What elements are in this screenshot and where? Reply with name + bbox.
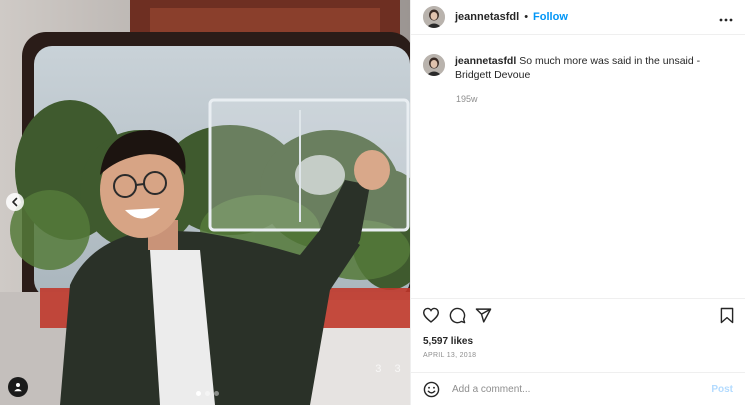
avatar-image (423, 54, 445, 76)
save-button[interactable] (720, 307, 734, 324)
comment-icon (449, 307, 466, 323)
likes-count[interactable]: 5,597 likes (423, 336, 473, 347)
bookmark-icon (720, 307, 734, 323)
caption-username[interactable]: jeannetasfdl (455, 55, 516, 67)
carousel-prev-button[interactable] (6, 193, 24, 211)
instagram-post: 3 3 jeannetasfdl • Follow jeannetasfdl S… (0, 0, 745, 405)
carousel-dot (205, 391, 210, 396)
caption-avatar[interactable] (423, 54, 445, 76)
chevron-left-icon (12, 197, 18, 207)
emoji-button[interactable] (423, 381, 440, 398)
like-button[interactable] (422, 307, 440, 323)
action-bar (411, 298, 745, 331)
carousel-dot (196, 391, 201, 396)
emoji-icon (423, 381, 440, 398)
send-icon (475, 307, 492, 323)
caption-body: jeannetasfdl So much more was said in th… (455, 54, 733, 82)
username-link[interactable]: jeannetasfdl (455, 11, 519, 23)
photo-illustration (0, 0, 410, 405)
tagged-users-button[interactable] (8, 377, 28, 397)
separator-dot: • (524, 11, 529, 23)
post-header: jeannetasfdl • Follow (411, 0, 745, 35)
caption-timestamp[interactable]: 195w (456, 94, 745, 104)
share-button[interactable] (475, 307, 492, 324)
carousel-indicator (196, 391, 219, 396)
comment-button[interactable] (449, 307, 466, 324)
post-photo[interactable]: 3 3 (0, 0, 410, 405)
post-caption: jeannetasfdl So much more was said in th… (411, 35, 745, 82)
comment-input[interactable] (450, 383, 684, 396)
film-date-stamp: 3 3 (375, 364, 404, 376)
follow-button[interactable]: Follow (533, 11, 568, 23)
avatar-image (423, 6, 445, 28)
avatar[interactable] (423, 6, 445, 28)
post-details-panel: jeannetasfdl • Follow jeannetasfdl So mu… (410, 0, 745, 405)
post-comment-button[interactable]: Post (711, 384, 733, 395)
post-date: APRIL 13, 2018 (423, 352, 477, 359)
more-options-button[interactable] (719, 9, 733, 25)
heart-icon (422, 307, 440, 323)
carousel-dot (214, 391, 219, 396)
comment-bar: Post (411, 372, 745, 406)
more-horizontal-icon (719, 18, 733, 22)
user-icon (14, 383, 22, 392)
